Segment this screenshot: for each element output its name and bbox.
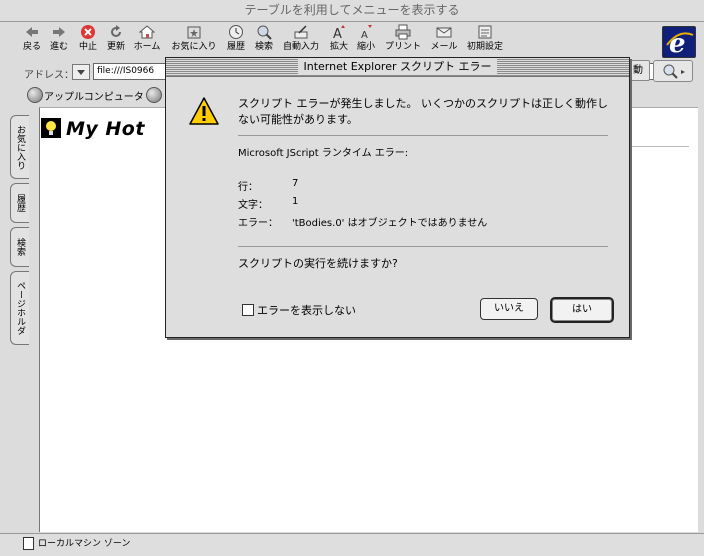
home-button[interactable]: ホーム: [133, 24, 161, 58]
suppress-errors-checkbox[interactable]: [242, 304, 254, 316]
continue-question: スクリプトの実行を続けますか?: [238, 257, 398, 270]
stop-icon: [81, 25, 95, 39]
page-logo-text: My Hot: [66, 118, 145, 140]
history-button[interactable]: 履歴: [224, 24, 248, 58]
toolbar-label: 拡大: [329, 42, 348, 52]
script-error-dialog: Internet Explorer スクリプト エラー スクリプト エラーが発生…: [165, 57, 630, 338]
back-button[interactable]: 戻る: [20, 24, 44, 58]
globe-icon: [27, 87, 43, 103]
address-label: アドレス：: [24, 70, 74, 81]
history-icon: [229, 25, 243, 39]
no-button[interactable]: いいえ: [480, 298, 538, 320]
tab-favorites[interactable]: お気に入り: [10, 115, 29, 179]
search-icon: [257, 25, 272, 40]
print-button[interactable]: プリント: [383, 24, 423, 58]
toolbar-label: ホーム: [133, 42, 161, 52]
window-titlebar[interactable]: テーブルを利用してメニューを表示する: [0, 0, 704, 22]
shrink-text-button[interactable]: A 縮小: [354, 24, 378, 58]
search-toolbar-button[interactable]: 検索: [252, 24, 276, 58]
window-title: テーブルを利用してメニューを表示する: [244, 3, 460, 17]
dialog-divider: [238, 135, 608, 136]
suppress-errors-label[interactable]: エラーを表示しない: [257, 302, 356, 318]
warning-icon: [188, 96, 220, 129]
chevron-down-icon: [77, 70, 85, 75]
preferences-button[interactable]: 初期設定: [465, 24, 505, 58]
status-text: ローカルマシン ゾーン: [38, 539, 131, 549]
tab-search[interactable]: 検索: [10, 227, 29, 267]
line-value: 7: [292, 178, 299, 189]
error-engine: Microsoft JScript ランタイム エラー:: [238, 148, 409, 159]
toolbar-label: 検索: [254, 42, 273, 52]
error-label: エラー：: [238, 218, 278, 229]
ie-logo-icon: e: [662, 26, 696, 59]
favorites-icon: [187, 26, 201, 39]
toolbar-label: お気に入り: [171, 42, 217, 52]
error-value: 'tBodies.0' はオブジェクトではありません: [292, 218, 488, 229]
tab-page-holder[interactable]: ページホルダ: [10, 271, 29, 345]
favorites-bar-item[interactable]: アップルコンピュータ: [44, 88, 144, 103]
char-label: 文字：: [238, 200, 268, 211]
globe-icon[interactable]: [146, 87, 162, 103]
home-icon: [139, 25, 155, 39]
autofill-icon: [294, 25, 308, 39]
search-box-button[interactable]: [653, 60, 693, 82]
favorites-button[interactable]: お気に入り: [170, 24, 218, 58]
refresh-icon: [111, 25, 121, 37]
line-label: 行：: [238, 182, 258, 193]
toolbar-label: 更新: [106, 42, 125, 52]
preferences-icon: [478, 25, 492, 39]
toolbar-label: プリント: [384, 42, 421, 52]
lightbulb-icon: [41, 118, 61, 138]
yes-button[interactable]: はい: [550, 297, 614, 323]
zone-icon: [23, 537, 34, 550]
toolbar-label: 縮小: [356, 42, 375, 52]
mail-icon: [436, 27, 452, 38]
print-icon: [395, 24, 411, 40]
toolbar-label: 履歴: [226, 42, 245, 52]
svg-text:A: A: [333, 27, 342, 40]
stop-button[interactable]: 中止: [76, 24, 100, 58]
toolbar-label: 戻る: [22, 42, 41, 52]
enlarge-text-icon: A: [333, 25, 345, 40]
toolbar-label: 初期設定: [466, 42, 503, 52]
magnifier-icon: [663, 64, 685, 79]
shrink-text-icon: A: [361, 25, 372, 40]
tab-history[interactable]: 履歴: [10, 183, 29, 223]
refresh-button[interactable]: 更新: [104, 24, 128, 58]
address-dropdown-button[interactable]: [72, 64, 90, 80]
dialog-divider: [238, 246, 608, 247]
toolbar-label: 中止: [78, 42, 97, 52]
char-value: 1: [292, 196, 299, 207]
autofill-button[interactable]: 自動入力: [281, 24, 321, 58]
toolbar-label: 進む: [49, 42, 68, 52]
toolbar: 戻る 進む 中止 更新 ホーム お気に入り 履歴 検索 自動入力 A 拡大 A …: [0, 22, 704, 60]
forward-button[interactable]: 進む: [47, 24, 71, 58]
mail-button[interactable]: メール: [428, 24, 460, 58]
toolbar-label: メール: [430, 42, 458, 52]
toolbar-label: 自動入力: [282, 42, 319, 52]
dialog-titlebar[interactable]: Internet Explorer スクリプト エラー: [166, 58, 629, 77]
enlarge-text-button[interactable]: A 拡大: [327, 24, 351, 58]
dialog-title: Internet Explorer スクリプト エラー: [297, 59, 498, 75]
forward-arrow-icon: [53, 27, 65, 37]
back-arrow-icon: [26, 27, 38, 37]
svg-text:A: A: [361, 30, 368, 40]
error-message: スクリプト エラーが発生しました。 いくつかのスクリプトは正しく動作しない可能性…: [238, 97, 608, 126]
